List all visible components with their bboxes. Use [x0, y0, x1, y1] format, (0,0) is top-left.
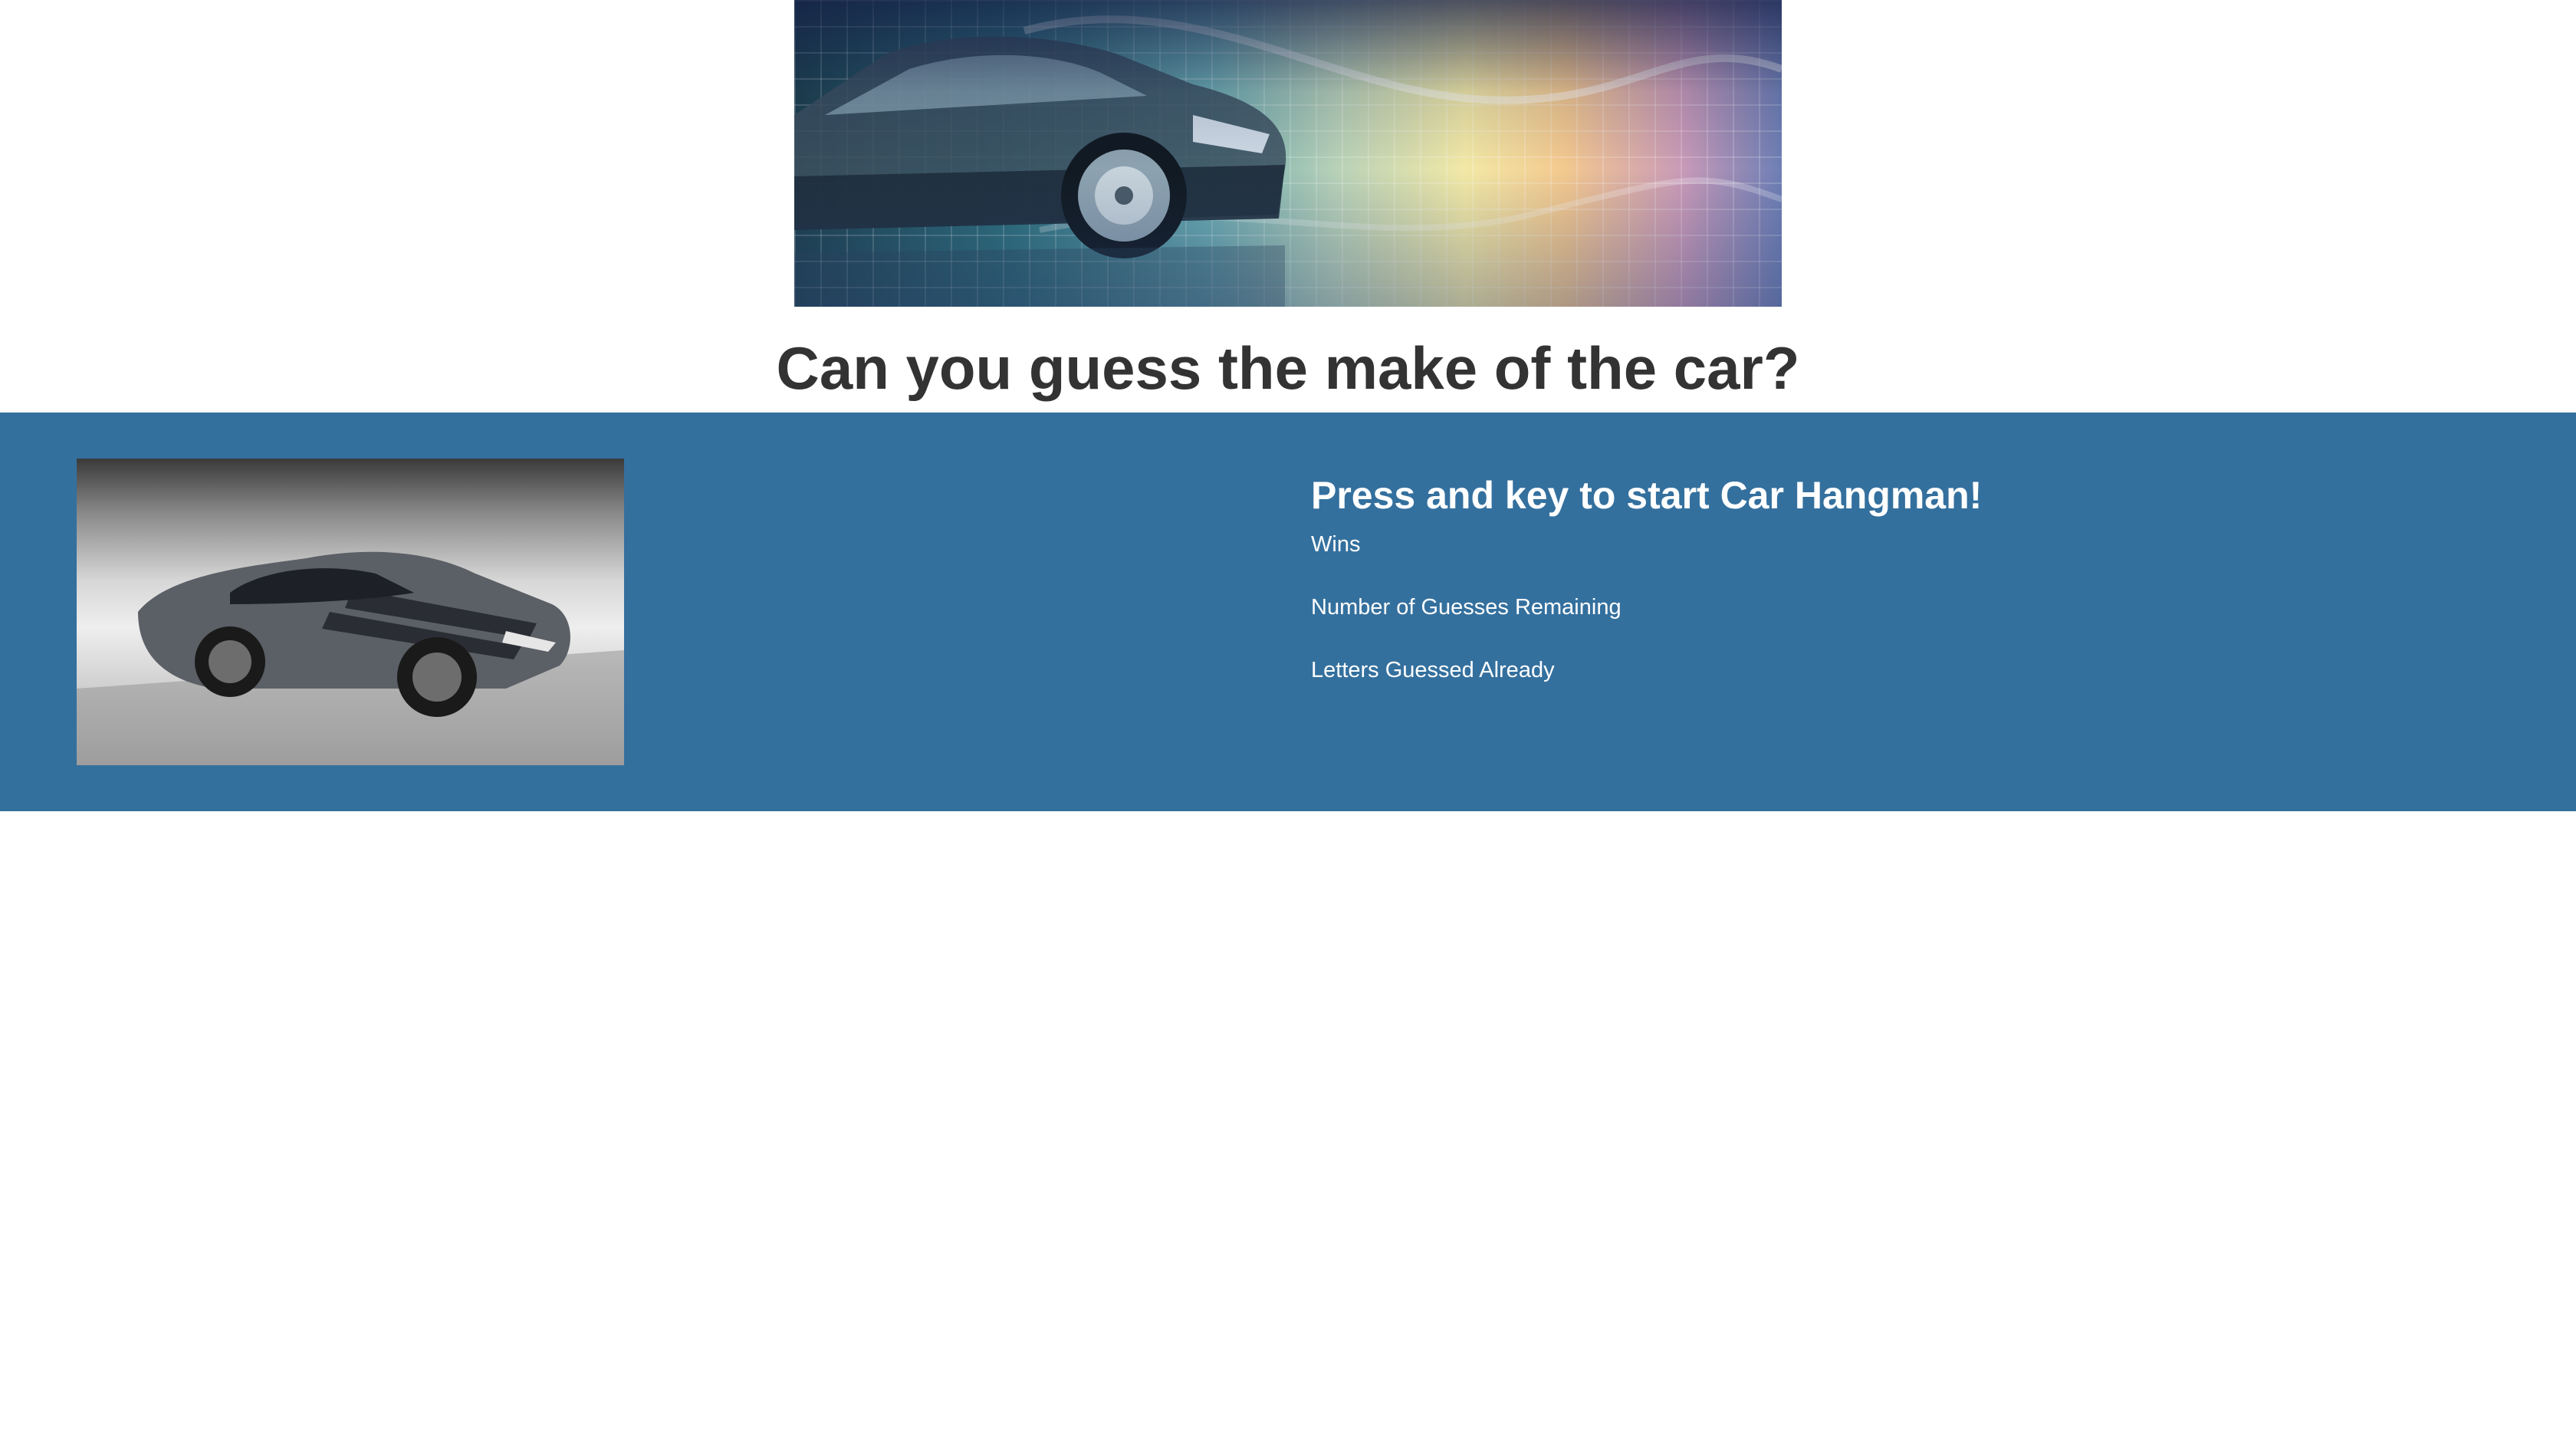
game-panel: Press and key to start Car Hangman! Wins…	[1311, 472, 2461, 684]
wins-label: Wins	[1311, 532, 1361, 557]
letters-guessed-label: Letters Guessed Already	[1311, 658, 1555, 682]
page-title: Can you guess the make of the car?	[776, 334, 1800, 402]
game-prompt: Press and key to start Car Hangman!	[1311, 474, 1983, 517]
game-section: Press and key to start Car Hangman! Wins…	[0, 413, 2576, 811]
guesses-remaining-label: Number of Guesses Remaining	[1311, 595, 1622, 620]
car-image	[77, 459, 624, 765]
banner-image	[794, 0, 1782, 307]
